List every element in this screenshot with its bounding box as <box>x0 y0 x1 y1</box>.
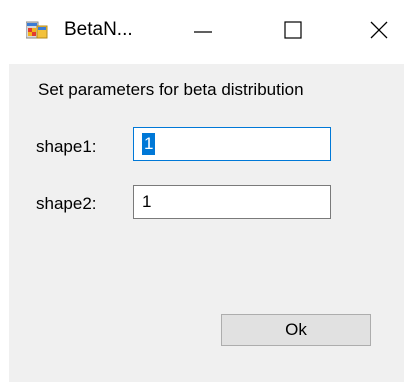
shape1-input[interactable] <box>133 127 331 161</box>
minimize-button[interactable] <box>180 8 226 52</box>
close-icon <box>370 21 388 39</box>
title-bar[interactable]: BetaN... <box>0 0 414 64</box>
shape1-label: shape1: <box>36 137 97 156</box>
shape2-input[interactable] <box>133 185 331 219</box>
ok-button[interactable]: Ok <box>221 314 371 346</box>
minimize-icon <box>194 31 212 33</box>
dialog-window: BetaN... Set parameters for beta distrib… <box>0 0 414 389</box>
maximize-button[interactable] <box>270 8 316 52</box>
shape2-label: shape2: <box>36 194 97 213</box>
window-title: BetaN... <box>64 19 133 40</box>
maximize-icon <box>284 21 302 39</box>
close-button[interactable] <box>356 8 402 52</box>
app-icon <box>25 20 48 40</box>
shape1-value: 1 <box>142 133 156 155</box>
instruction-label: Set parameters for beta distribution <box>38 80 304 99</box>
